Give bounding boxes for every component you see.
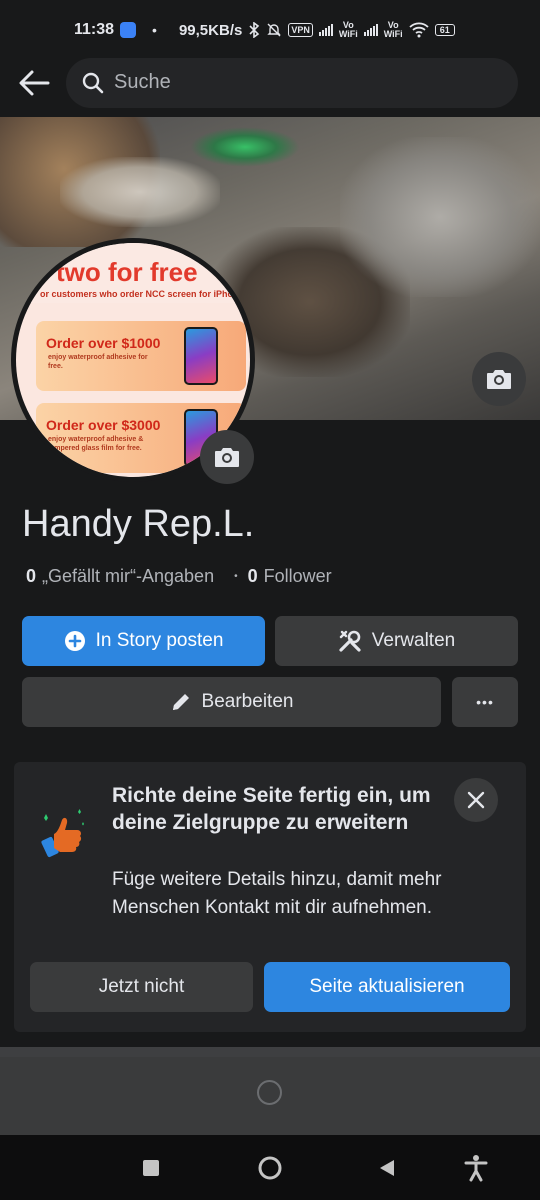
edit-cover-photo-button[interactable] xyxy=(472,352,526,406)
avatar-promo-subtitle: or customers who order NCC screen for iP… xyxy=(40,289,234,299)
status-time: 11:38 xyxy=(74,21,115,38)
avatar-promo-card: Order over $1000 enjoy waterproof adhesi… xyxy=(36,321,246,391)
page-name: Handy Rep.L. xyxy=(22,503,255,545)
vowifi-label: Vo WiFi xyxy=(338,20,358,39)
network-speed: 99,5KB/s xyxy=(178,21,243,39)
arrow-left-icon xyxy=(19,70,50,95)
home-button[interactable] xyxy=(240,1135,300,1200)
stats-separator: • xyxy=(234,571,238,582)
followers-label[interactable]: Follower xyxy=(264,566,332,587)
avatar-promo-card-title: Order over $1000 xyxy=(46,335,161,351)
not-now-button[interactable]: Jetzt nicht xyxy=(30,962,253,1012)
more-options-icon: ••• xyxy=(476,694,494,710)
section-divider xyxy=(0,1047,540,1057)
manage-button[interactable]: Verwalten xyxy=(275,616,518,666)
post-story-button[interactable]: In Story posten xyxy=(22,616,265,666)
edit-profile-picture-button[interactable] xyxy=(200,430,254,484)
cover-photo-detail xyxy=(340,137,540,297)
close-icon xyxy=(467,791,485,809)
square-icon xyxy=(143,1159,159,1176)
status-bar: 11:38 • 99,5KB/s VPN Vo WiFi Vo WiFi 61 xyxy=(0,0,540,60)
triangle-back-icon xyxy=(380,1159,394,1176)
system-navigation-bar xyxy=(0,1135,540,1200)
status-dot: • xyxy=(152,22,157,38)
avatar-promo-card-sub: enjoy waterproof adhesive for free. xyxy=(48,354,148,370)
phone-image xyxy=(184,327,218,385)
pencil-icon xyxy=(172,694,189,710)
camera-icon xyxy=(487,370,511,389)
likes-label[interactable]: „Gefällt mir“-Angaben xyxy=(42,566,214,587)
followers-count: 0 xyxy=(247,566,258,586)
plus-circle-icon xyxy=(64,631,85,651)
cover-photo-detail xyxy=(190,127,300,167)
accessibility-icon xyxy=(464,1154,488,1181)
manage-label: Verwalten xyxy=(371,630,456,651)
system-back-button[interactable] xyxy=(357,1135,417,1200)
camera-icon xyxy=(215,448,239,467)
home-circle-icon xyxy=(258,1156,282,1179)
update-page-button[interactable]: Seite aktualisieren xyxy=(264,962,510,1012)
more-options-button[interactable]: ••• xyxy=(452,677,518,727)
search-icon xyxy=(82,72,104,93)
vpn-badge: VPN xyxy=(288,23,313,37)
setup-card-description: Füge weitere Details hinzu, damit mehr M… xyxy=(112,869,442,918)
search-bar[interactable] xyxy=(66,57,518,108)
signal-icon xyxy=(318,24,333,36)
avatar-promo-card-title: Order over $3000 xyxy=(46,417,161,433)
edit-label: Bearbeiten xyxy=(201,691,294,712)
top-bar xyxy=(0,55,540,110)
signal-icon-2 xyxy=(363,24,378,36)
thumbs-up-icon xyxy=(41,809,84,858)
loading-spinner-icon xyxy=(257,1080,282,1105)
bluetooth-icon xyxy=(249,22,260,38)
post-story-label: In Story posten xyxy=(95,630,224,651)
avatar-promo-card-sub: enjoy waterproof adhesive & tempered gla… xyxy=(48,436,144,452)
search-input[interactable] xyxy=(114,71,414,94)
recent-apps-button[interactable] xyxy=(121,1135,181,1200)
likes-count: 0 xyxy=(26,566,37,586)
edit-button[interactable]: Bearbeiten xyxy=(22,677,441,727)
accessibility-button[interactable] xyxy=(446,1135,506,1200)
back-button[interactable] xyxy=(14,63,54,103)
setup-page-card: Richte deine Seite fertig ein, um deine … xyxy=(14,762,526,1032)
tools-icon xyxy=(339,630,361,652)
battery-icon: 61 xyxy=(434,24,455,36)
notification-app-icon xyxy=(120,22,137,38)
wifi-icon xyxy=(409,22,429,38)
page-stats: 0 „Gefällt mir“-Angaben • 0 Follower xyxy=(26,566,332,587)
mute-bell-icon xyxy=(267,23,282,37)
vowifi-label-2: Vo WiFi xyxy=(383,20,403,39)
avatar-promo-title: two for free xyxy=(56,257,198,287)
status-icons: VPN Vo WiFi Vo WiFi 61 xyxy=(248,20,455,39)
setup-card-title: Richte deine Seite fertig ein, um deine … xyxy=(112,784,431,834)
cover-photo-detail xyxy=(60,157,220,227)
close-button[interactable] xyxy=(454,778,498,822)
